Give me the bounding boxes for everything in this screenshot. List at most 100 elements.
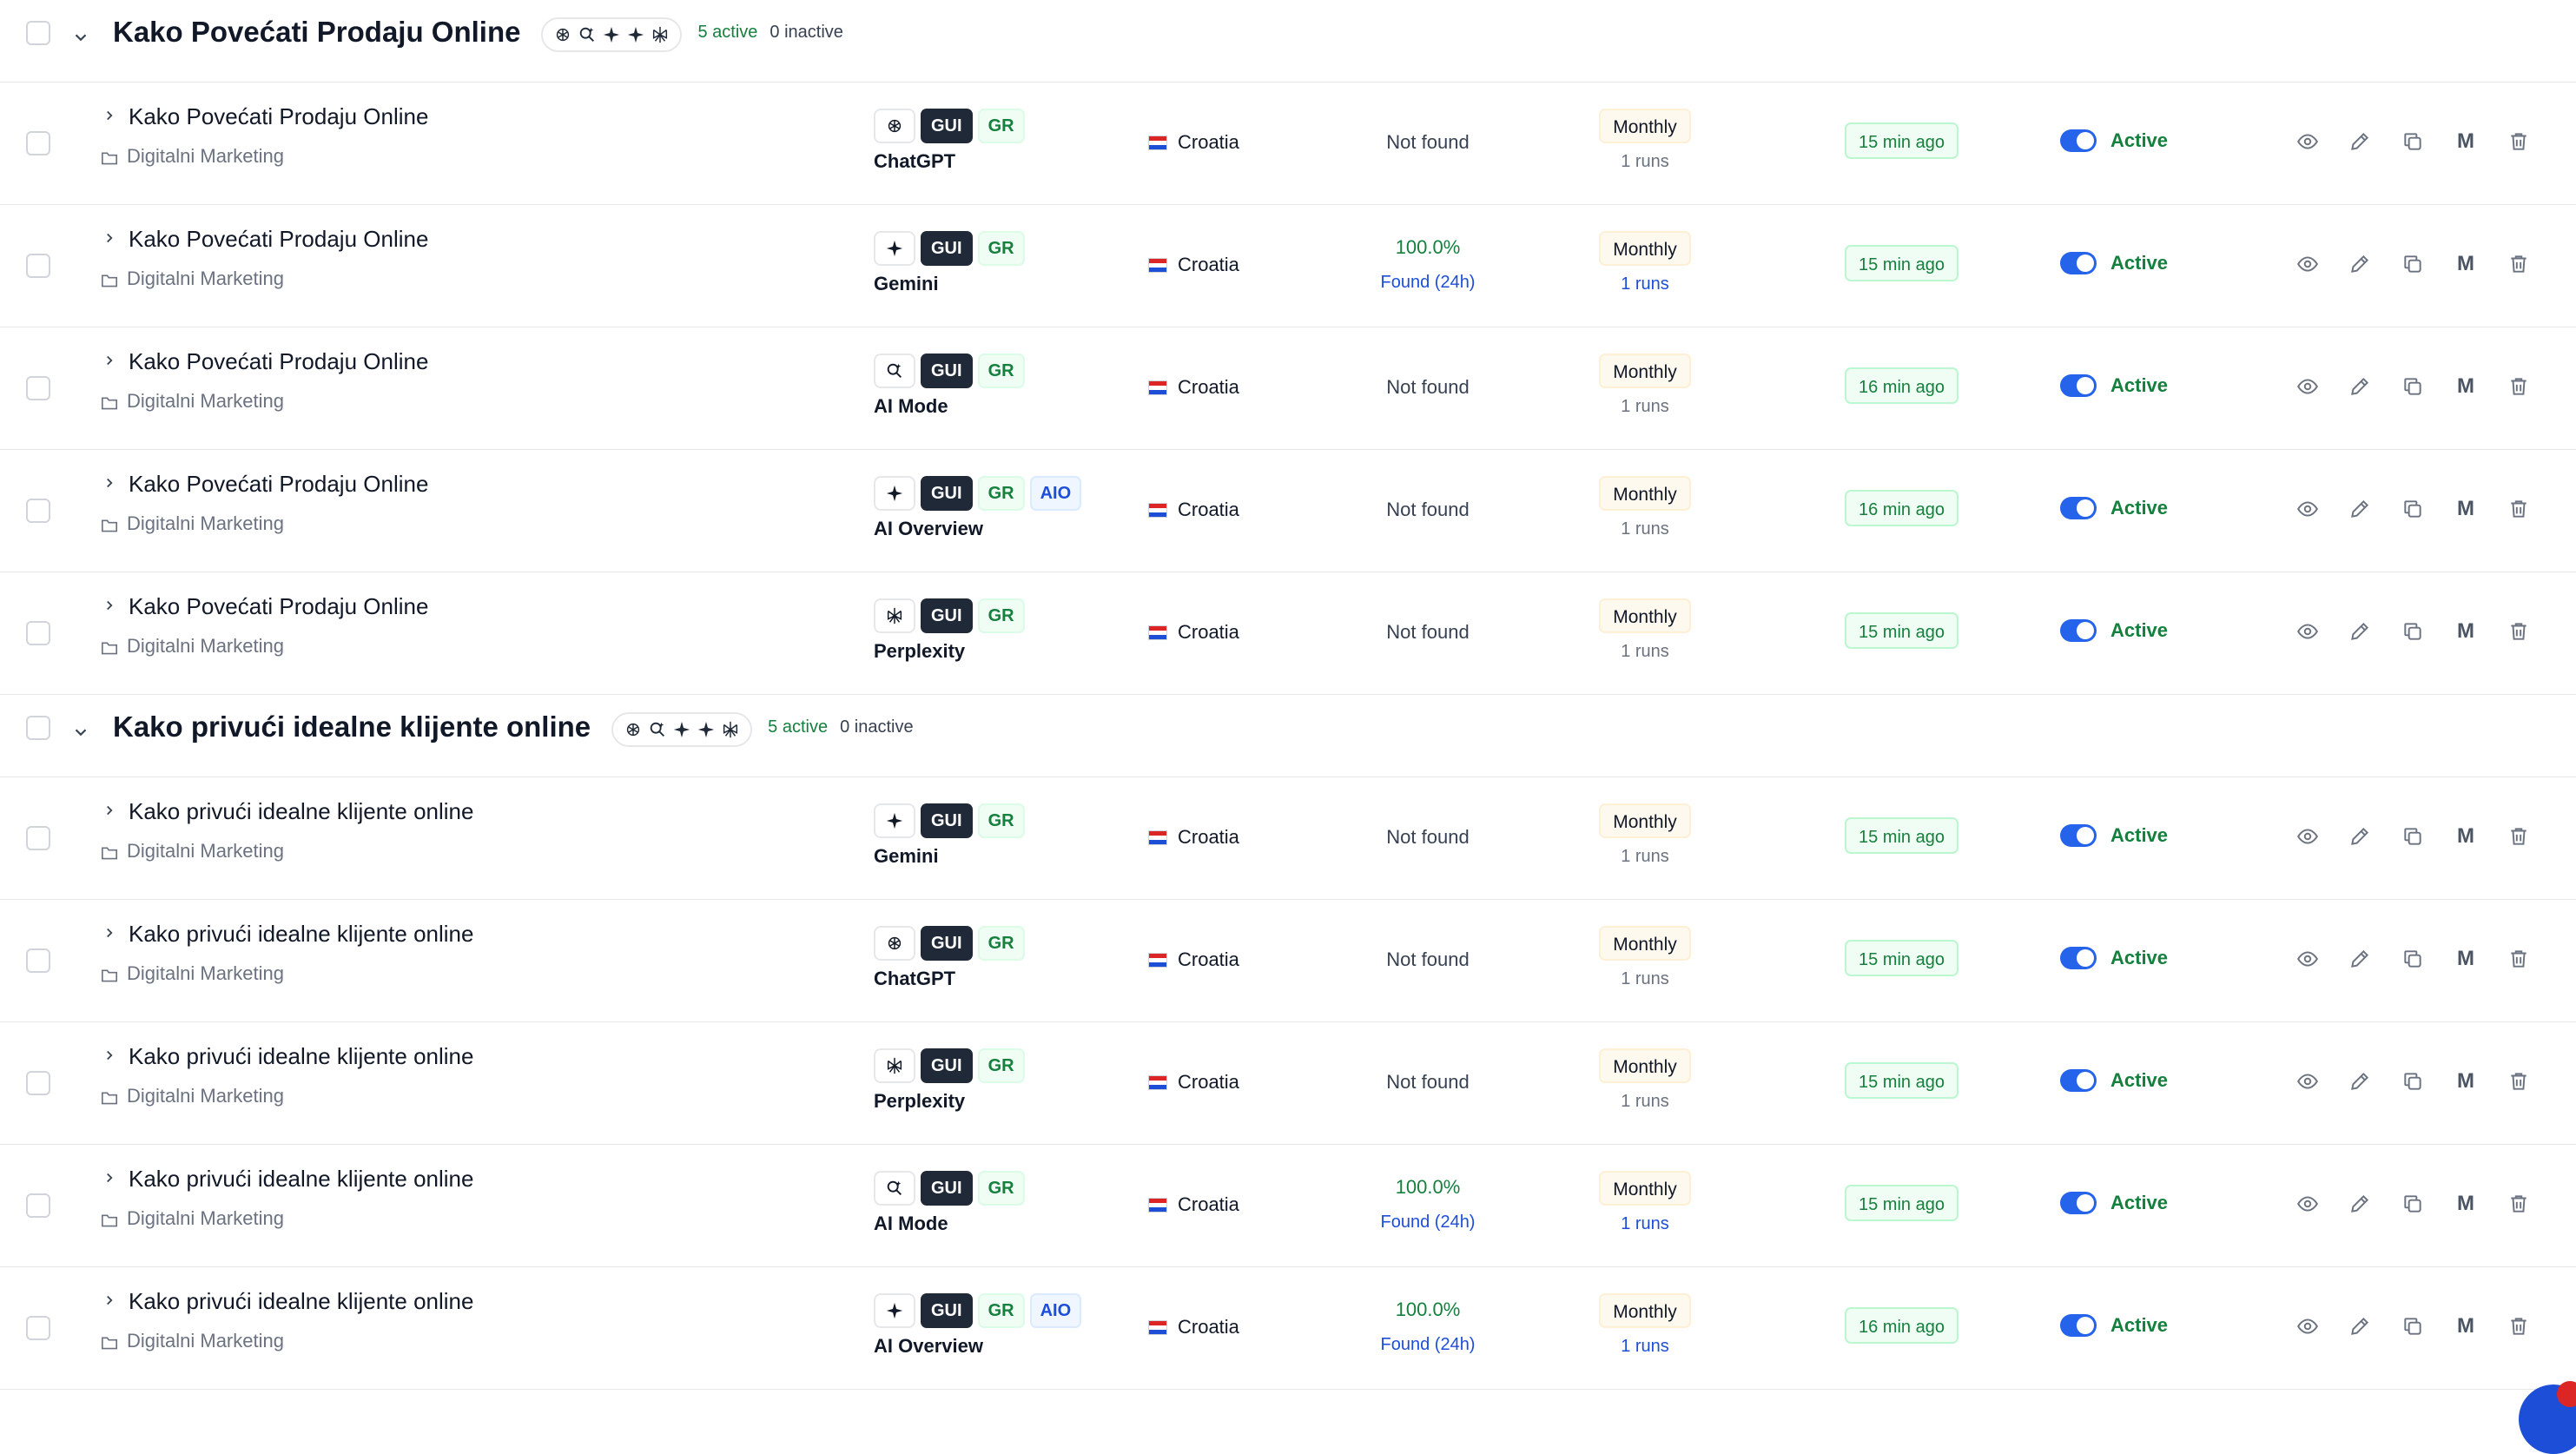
view-eye-icon[interactable]: [2294, 618, 2322, 645]
row-select-checkbox[interactable]: [26, 254, 50, 278]
keyword-title[interactable]: Kako Povećati Prodaju Online: [129, 226, 428, 253]
rank-found-link[interactable]: Found (24h): [1341, 273, 1515, 293]
keyword-title[interactable]: Kako privući idealne klijente online: [129, 1288, 473, 1315]
group-select-checkbox[interactable]: [26, 21, 50, 45]
duplicate-copy-icon[interactable]: [2399, 618, 2427, 645]
duplicate-copy-icon[interactable]: [2399, 373, 2427, 400]
keyword-title[interactable]: Kako Povećati Prodaju Online: [129, 348, 428, 375]
delete-trash-icon[interactable]: [2505, 945, 2533, 973]
keyword-title[interactable]: Kako privući idealne klijente online: [129, 798, 473, 825]
view-eye-icon[interactable]: [2294, 1190, 2322, 1218]
edit-pencil-icon[interactable]: [2346, 618, 2374, 645]
keyword-title[interactable]: Kako Povećati Prodaju Online: [129, 103, 428, 130]
delete-trash-icon[interactable]: [2505, 128, 2533, 155]
keyword-title[interactable]: Kako Povećati Prodaju Online: [129, 471, 428, 498]
edit-pencil-icon[interactable]: [2346, 128, 2374, 155]
chevron-right-icon[interactable]: [101, 802, 118, 819]
view-eye-icon[interactable]: [2294, 823, 2322, 850]
delete-trash-icon[interactable]: [2505, 373, 2533, 400]
duplicate-copy-icon[interactable]: [2399, 495, 2427, 523]
memo-button[interactable]: M: [2452, 618, 2480, 645]
runs-count[interactable]: 1 runs: [1593, 1214, 1697, 1234]
edit-pencil-icon[interactable]: [2346, 1067, 2374, 1095]
memo-button[interactable]: M: [2452, 128, 2480, 155]
delete-trash-icon[interactable]: [2505, 1067, 2533, 1095]
row-select-checkbox[interactable]: [26, 1316, 50, 1340]
chevron-right-icon[interactable]: [101, 597, 118, 614]
memo-button[interactable]: M: [2452, 945, 2480, 973]
chevron-down-icon[interactable]: [69, 721, 92, 744]
edit-pencil-icon[interactable]: [2346, 823, 2374, 850]
row-select-checkbox[interactable]: [26, 499, 50, 523]
duplicate-copy-icon[interactable]: [2399, 1067, 2427, 1095]
chevron-right-icon[interactable]: [101, 924, 118, 942]
duplicate-copy-icon[interactable]: [2399, 1190, 2427, 1218]
row-select-checkbox[interactable]: [26, 826, 50, 850]
active-toggle[interactable]: [2060, 1069, 2097, 1092]
duplicate-copy-icon[interactable]: [2399, 250, 2427, 278]
runs-count[interactable]: 1 runs: [1593, 1337, 1697, 1357]
edit-pencil-icon[interactable]: [2346, 250, 2374, 278]
memo-button[interactable]: M: [2452, 1312, 2480, 1340]
chevron-right-icon[interactable]: [101, 107, 118, 124]
chevron-right-icon[interactable]: [101, 1169, 118, 1186]
rank-found-link[interactable]: Found (24h): [1341, 1335, 1515, 1355]
active-toggle[interactable]: [2060, 824, 2097, 847]
delete-trash-icon[interactable]: [2505, 618, 2533, 645]
active-toggle[interactable]: [2060, 497, 2097, 519]
view-eye-icon[interactable]: [2294, 128, 2322, 155]
chevron-down-icon[interactable]: [69, 26, 92, 49]
row-select-checkbox[interactable]: [26, 948, 50, 973]
delete-trash-icon[interactable]: [2505, 250, 2533, 278]
active-toggle[interactable]: [2060, 1192, 2097, 1214]
edit-pencil-icon[interactable]: [2346, 373, 2374, 400]
keyword-title[interactable]: Kako privući idealne klijente online: [129, 1043, 473, 1070]
edit-pencil-icon[interactable]: [2346, 1312, 2374, 1340]
row-select-checkbox[interactable]: [26, 1071, 50, 1095]
chevron-right-icon[interactable]: [101, 474, 118, 492]
active-toggle[interactable]: [2060, 619, 2097, 642]
view-eye-icon[interactable]: [2294, 1067, 2322, 1095]
active-toggle[interactable]: [2060, 252, 2097, 274]
view-eye-icon[interactable]: [2294, 250, 2322, 278]
active-toggle[interactable]: [2060, 1314, 2097, 1337]
memo-button[interactable]: M: [2452, 1190, 2480, 1218]
group-select-checkbox[interactable]: [26, 716, 50, 740]
row-select-checkbox[interactable]: [26, 1193, 50, 1218]
memo-button[interactable]: M: [2452, 250, 2480, 278]
view-eye-icon[interactable]: [2294, 373, 2322, 400]
duplicate-copy-icon[interactable]: [2399, 1312, 2427, 1340]
duplicate-copy-icon[interactable]: [2399, 945, 2427, 973]
keyword-title[interactable]: Kako privući idealne klijente online: [129, 921, 473, 948]
active-toggle[interactable]: [2060, 129, 2097, 152]
view-eye-icon[interactable]: [2294, 945, 2322, 973]
keyword-title[interactable]: Kako privući idealne klijente online: [129, 1166, 473, 1193]
chevron-right-icon[interactable]: [101, 229, 118, 247]
chevron-right-icon[interactable]: [101, 1047, 118, 1064]
rank-found-link[interactable]: Found (24h): [1341, 1213, 1515, 1233]
memo-button[interactable]: M: [2452, 1067, 2480, 1095]
delete-trash-icon[interactable]: [2505, 495, 2533, 523]
duplicate-copy-icon[interactable]: [2399, 128, 2427, 155]
memo-button[interactable]: M: [2452, 373, 2480, 400]
memo-button[interactable]: M: [2452, 823, 2480, 850]
edit-pencil-icon[interactable]: [2346, 945, 2374, 973]
delete-trash-icon[interactable]: [2505, 1312, 2533, 1340]
row-select-checkbox[interactable]: [26, 131, 50, 155]
active-toggle[interactable]: [2060, 374, 2097, 397]
duplicate-copy-icon[interactable]: [2399, 823, 2427, 850]
delete-trash-icon[interactable]: [2505, 1190, 2533, 1218]
chevron-right-icon[interactable]: [101, 1292, 118, 1309]
view-eye-icon[interactable]: [2294, 495, 2322, 523]
edit-pencil-icon[interactable]: [2346, 1190, 2374, 1218]
runs-count[interactable]: 1 runs: [1593, 274, 1697, 294]
chevron-right-icon[interactable]: [101, 352, 118, 369]
row-select-checkbox[interactable]: [26, 376, 50, 400]
edit-pencil-icon[interactable]: [2346, 495, 2374, 523]
memo-button[interactable]: M: [2452, 495, 2480, 523]
active-toggle[interactable]: [2060, 947, 2097, 969]
delete-trash-icon[interactable]: [2505, 823, 2533, 850]
keyword-title[interactable]: Kako Povećati Prodaju Online: [129, 593, 428, 620]
row-select-checkbox[interactable]: [26, 621, 50, 645]
view-eye-icon[interactable]: [2294, 1312, 2322, 1340]
